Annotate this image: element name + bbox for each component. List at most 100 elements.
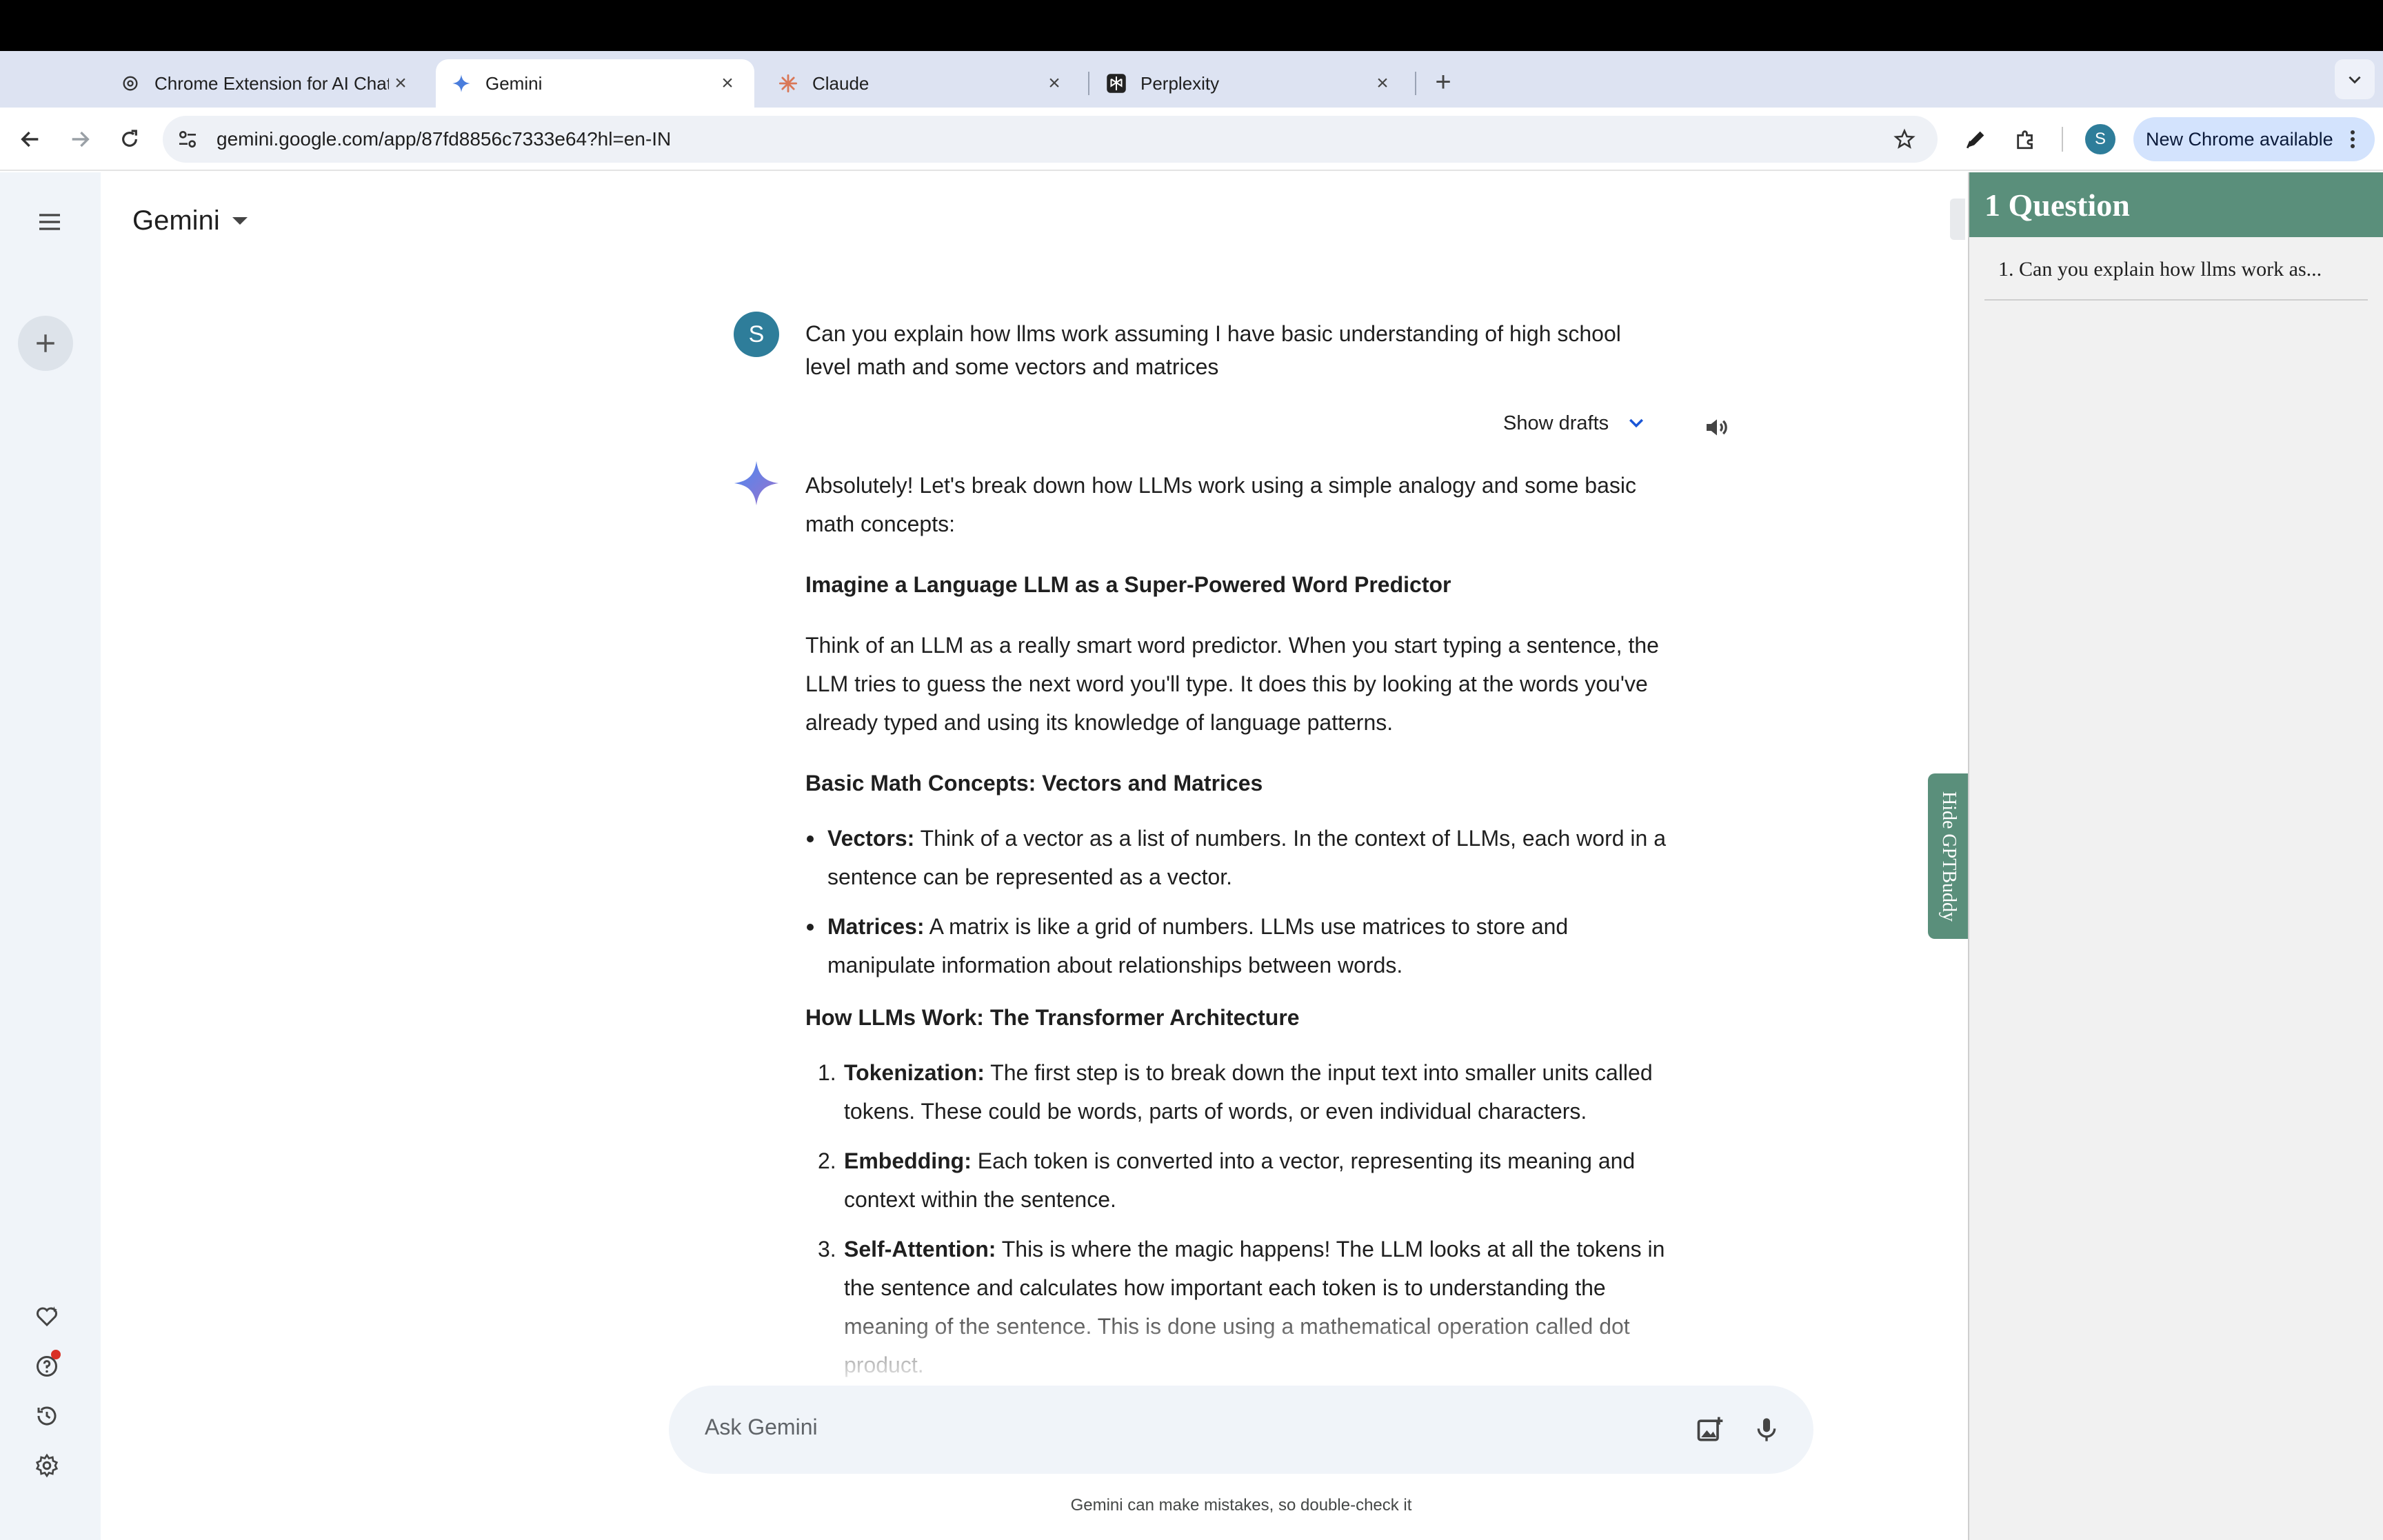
update-label: New Chrome available: [2146, 128, 2333, 150]
prompt-input[interactable]: Ask Gemini: [669, 1386, 1813, 1474]
tab-claude[interactable]: Claude ×: [763, 59, 1081, 108]
site-settings-icon[interactable]: [174, 125, 201, 153]
list-number: 1.: [818, 1060, 836, 1085]
new-tab-button[interactable]: +: [1426, 65, 1460, 99]
list-item: Matrices: A matrix is like a grid of num…: [805, 907, 1681, 984]
tab-title: Gemini: [485, 72, 543, 94]
close-tab-icon[interactable]: ×: [1043, 72, 1066, 95]
add-image-icon: [1697, 1417, 1723, 1441]
list-number: 2.: [818, 1148, 836, 1173]
list-item-text: A matrix is like a grid of numbers. LLMs…: [827, 914, 1569, 977]
history-icon: [37, 1406, 57, 1426]
reload-button[interactable]: [112, 121, 148, 157]
browser-toolbar: gemini.google.com/app/87fd8856c7333e64?h…: [0, 108, 2383, 171]
response-heading: How LLMs Work: The Transformer Architect…: [805, 1005, 1300, 1030]
activity-button[interactable]: [28, 1397, 66, 1435]
bookmark-star-icon[interactable]: [1891, 125, 1918, 153]
show-drafts-button[interactable]: Show drafts: [1503, 411, 1649, 436]
user-avatar: S: [734, 312, 779, 357]
bullet-list: Vectors: Think of a vector as a list of …: [805, 819, 1681, 984]
upload-image-button[interactable]: [1692, 1412, 1728, 1448]
list-number: 3.: [818, 1237, 836, 1262]
prompt-placeholder: Ask Gemini: [705, 1415, 818, 1439]
scrollbar-thumb[interactable]: [1950, 199, 1965, 240]
pen-extension-button[interactable]: [1958, 121, 1994, 157]
profile-avatar[interactable]: S: [2085, 124, 2115, 154]
perplexity-icon: [1106, 73, 1127, 94]
notification-dot: [51, 1350, 61, 1359]
list-item-term: Self-Attention:: [844, 1237, 996, 1262]
close-tab-icon[interactable]: ×: [1371, 72, 1394, 95]
reload-icon: [122, 130, 137, 147]
tab-title: Perplexity: [1140, 72, 1220, 94]
microphone-button[interactable]: [1749, 1412, 1784, 1448]
help-button[interactable]: [28, 1347, 66, 1386]
show-drafts-label: Show drafts: [1503, 412, 1609, 434]
puzzle-icon: [2017, 130, 2033, 150]
question-list-item[interactable]: 1. Can you explain how llms work as...: [1984, 237, 2368, 301]
arrow-right-icon: [72, 131, 90, 148]
model-switcher[interactable]: Gemini: [132, 205, 248, 236]
chevron-down-icon: [2349, 76, 2361, 84]
extensions-button[interactable]: [2008, 121, 2044, 157]
plus-icon: [37, 334, 54, 352]
main-menu-button[interactable]: [28, 200, 72, 244]
toolbar-separator: [2062, 127, 2063, 152]
heart-sparkle-icon: [37, 1306, 57, 1327]
pen-icon: [1966, 131, 1984, 149]
tab-search-button[interactable]: [2335, 59, 2375, 99]
openai-icon: [120, 73, 141, 94]
tab-perplexity[interactable]: Perplexity ×: [1091, 59, 1409, 108]
os-menu-bar: [0, 0, 2383, 51]
gemini-sparkle-icon: [734, 460, 779, 506]
url-text: gemini.google.com/app/87fd8856c7333e64?h…: [217, 128, 672, 150]
tab-chrome-extension[interactable]: Chrome Extension for AI Chat ×: [105, 59, 428, 108]
response-paragraph: Think of an LLM as a really smart word p…: [805, 633, 1659, 735]
hamburger-menu-icon: [39, 214, 60, 230]
hide-gptbuddy-label: Hide GPTBuddy: [1938, 791, 1960, 922]
list-item-text: Think of a vector as a list of numbers. …: [827, 826, 1667, 889]
list-item: Vectors: Think of a vector as a list of …: [805, 819, 1681, 896]
read-aloud-button[interactable]: [1700, 411, 1733, 444]
back-button[interactable]: [12, 121, 48, 157]
model-response: Absolutely! Let's break down how LLMs wo…: [805, 466, 1681, 1395]
tab-title: Chrome Extension for AI Chat: [154, 72, 389, 94]
tab-strip: Chrome Extension for AI Chat × Gemini × …: [0, 51, 2383, 108]
address-bar[interactable]: gemini.google.com/app/87fd8856c7333e64?h…: [163, 116, 1938, 163]
new-chat-button[interactable]: [18, 316, 73, 371]
response-heading: Basic Math Concepts: Vectors and Matrice…: [805, 771, 1263, 796]
response-heading: Imagine a Language LLM as a Super-Powere…: [805, 572, 1451, 597]
list-item: 1. Tokenization: The first step is to bre…: [805, 1053, 1681, 1131]
new-chrome-available-button[interactable]: New Chrome available: [2133, 117, 2375, 161]
tab-separator: [1415, 72, 1416, 95]
claude-icon: [778, 73, 798, 94]
list-item: 2. Embedding: Each token is converted int…: [805, 1142, 1681, 1219]
tab-separator: [1088, 72, 1089, 95]
list-item-term: Tokenization:: [844, 1060, 985, 1085]
tab-title: Claude: [812, 72, 869, 94]
left-rail: [0, 172, 101, 1540]
hide-gptbuddy-toggle[interactable]: Hide GPTBuddy: [1928, 773, 1969, 939]
more-vertical-icon[interactable]: [2342, 128, 2364, 150]
user-question: Can you explain how llms work assuming I…: [805, 321, 1621, 379]
list-item-term: Vectors:: [827, 826, 915, 851]
panel-title: 1 Question: [1969, 172, 2383, 237]
disclaimer-text: Gemini can make mistakes, so double-chec…: [1070, 1496, 1412, 1514]
caret-down-icon: [232, 217, 248, 225]
close-tab-icon[interactable]: ×: [716, 72, 739, 95]
response-intro: Absolutely! Let's break down how LLMs wo…: [805, 473, 1636, 536]
forward-button[interactable]: [62, 121, 98, 157]
microphone-icon: [1757, 1418, 1776, 1441]
scroll-fade: [690, 1296, 1793, 1386]
gemini-sparkle-icon: [451, 73, 472, 94]
close-tab-icon[interactable]: ×: [389, 72, 412, 95]
settings-button[interactable]: [28, 1446, 66, 1485]
gem-manager-button[interactable]: [28, 1297, 66, 1336]
gptbuddy-panel: 1 Question 1. Can you explain how llms w…: [1968, 172, 2383, 1540]
brand-title: Gemini: [132, 205, 220, 236]
gear-icon: [35, 1453, 59, 1478]
speaker-icon: [1707, 419, 1727, 436]
chevron-down-icon: [1624, 411, 1649, 436]
arrow-left-icon: [21, 131, 39, 148]
tab-gemini[interactable]: Gemini ×: [436, 59, 754, 108]
